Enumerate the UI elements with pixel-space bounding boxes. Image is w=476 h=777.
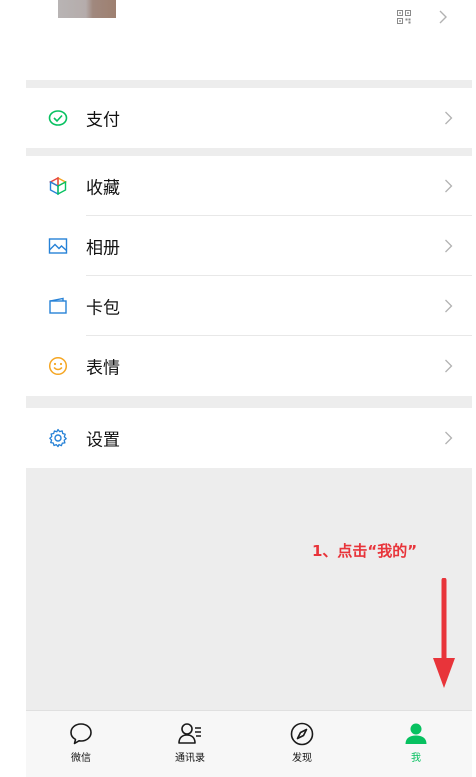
tab-bar: 微信 通讯录 发现 我	[26, 710, 472, 777]
chevron-right-icon	[439, 10, 447, 24]
tab-label: 发现	[292, 753, 312, 764]
chevron-right-icon	[445, 359, 453, 373]
chevron-right-icon	[445, 179, 453, 193]
menu-item-favorites[interactable]: 收藏	[26, 156, 472, 216]
settings-group: 设置	[26, 408, 472, 468]
qrcode-icon[interactable]	[397, 10, 411, 24]
chevron-right-icon	[445, 111, 453, 125]
cube-icon	[49, 176, 67, 196]
collections-group: 收藏 相册 卡包 表情	[26, 156, 472, 396]
menu-item-album[interactable]: 相册	[26, 216, 472, 276]
tab-chats[interactable]: 微信	[46, 717, 116, 773]
gear-icon	[49, 428, 67, 448]
avatar[interactable]	[58, 0, 116, 18]
pay-group: 支付	[26, 88, 472, 148]
chat-bubble-icon	[70, 723, 92, 745]
tab-label: 我	[411, 753, 421, 764]
menu-item-stickers[interactable]: 表情	[26, 336, 472, 396]
chevron-right-icon	[445, 239, 453, 253]
menu-item-cards[interactable]: 卡包	[26, 276, 472, 336]
menu-item-label: 表情	[86, 358, 120, 379]
menu-item-label: 卡包	[86, 298, 120, 319]
pay-icon	[48, 110, 68, 126]
phone-screen: 支付 收藏 相册 卡包 表情 设置 1、点击“我的” 微信 通讯录 发现 我	[26, 0, 472, 777]
menu-item-pay[interactable]: 支付	[26, 88, 472, 148]
menu-item-label: 收藏	[86, 178, 120, 199]
smile-icon	[48, 356, 68, 376]
tab-me[interactable]: 我	[381, 717, 451, 773]
image-icon	[48, 238, 68, 254]
menu-item-settings[interactable]: 设置	[26, 408, 472, 468]
menu-item-label: 设置	[86, 430, 120, 451]
chevron-right-icon	[445, 299, 453, 313]
tab-label: 微信	[71, 753, 91, 764]
arrow-down-icon	[433, 578, 455, 688]
tab-contacts[interactable]: 通讯录	[155, 717, 225, 773]
contacts-icon	[178, 723, 201, 744]
chevron-right-icon	[445, 431, 453, 445]
menu-item-label: 支付	[86, 110, 120, 131]
person-icon	[405, 723, 427, 744]
profile-header[interactable]	[26, 0, 472, 80]
wallet-icon	[49, 297, 67, 314]
tab-discover[interactable]: 发现	[267, 717, 337, 773]
compass-icon	[290, 722, 314, 746]
tab-label: 通讯录	[175, 753, 205, 764]
menu-item-label: 相册	[86, 238, 120, 259]
annotation-text: 1、点击“我的”	[312, 542, 418, 560]
